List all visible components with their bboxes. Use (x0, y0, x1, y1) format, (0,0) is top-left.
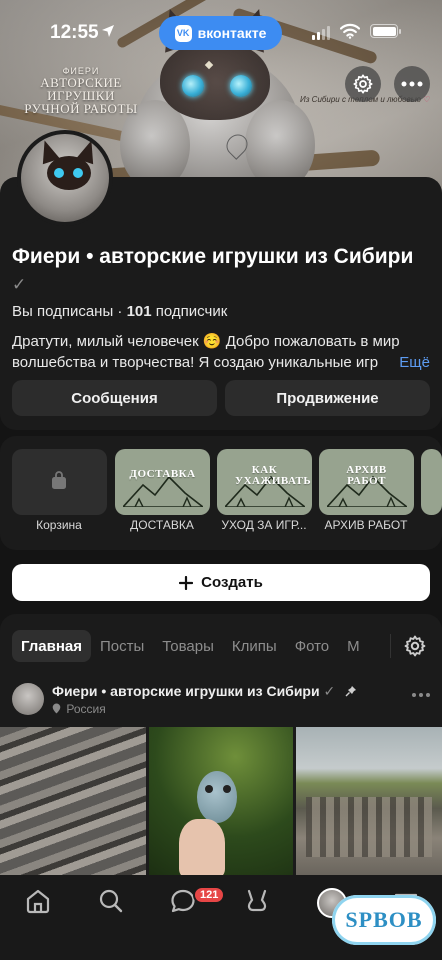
settings-button[interactable] (345, 66, 381, 102)
showcase-label-delivery: ДОСТАВКА (130, 518, 194, 532)
post-author-name: Фиери • авторские игрушки из Сибири (52, 683, 320, 699)
page-title: Фиери • авторские игрушки из Сибири ✓ (12, 243, 422, 298)
post-header: Фиери • авторские игрушки из Сибири ✓ Ро… (12, 681, 430, 717)
watermark-logo: SPBOB (332, 895, 436, 945)
showcase-delivery[interactable]: ДОСТАВКА (115, 449, 210, 515)
watermark-text: SPBOB (345, 907, 423, 932)
post-author-line[interactable]: Фиери • авторские игрушки из Сибири ✓ (52, 683, 357, 700)
create-button[interactable]: Создать (12, 564, 430, 601)
showcase-care[interactable]: КАК УХАЖИВАТЬ (217, 449, 312, 515)
subscription-status: Вы подписаны (12, 303, 114, 320)
profile-description: Дратути, милый человечек ☺️ Добро пожало… (12, 331, 430, 373)
promotion-button[interactable]: Продвижение (225, 380, 430, 416)
description-text: Дратути, милый человечек ☺️ Добро пожало… (12, 333, 400, 371)
cover-brand-line2: РУЧНОЙ РАБОТЫ (24, 101, 138, 116)
post-photo-fence[interactable] (296, 727, 442, 875)
location-pin-icon (52, 703, 61, 714)
search-icon[interactable] (98, 888, 124, 914)
tab-clips[interactable]: Клипы (223, 630, 286, 662)
showcase-cover-delivery: ДОСТАВКА (129, 468, 196, 480)
shopping-bag-icon (52, 471, 66, 489)
showcase-cart[interactable] (12, 449, 107, 515)
more-dots-icon (401, 81, 423, 87)
verified-check-icon: ✓ (12, 275, 27, 294)
home-icon[interactable] (25, 888, 51, 914)
tab-products[interactable]: Товары (153, 630, 223, 662)
post-author-avatar[interactable] (12, 683, 44, 715)
subscriber-label: подписчик (155, 303, 228, 320)
avatar[interactable] (17, 130, 113, 226)
tab-more-cut[interactable]: М (338, 630, 369, 662)
tabs-divider (390, 634, 391, 658)
status-time: 12:55 (50, 22, 99, 43)
cover-brand-line1: АВТОРСКИЕ ИГРУШКИ (40, 75, 122, 103)
vk-app-pill[interactable]: VK вконтакте (159, 16, 282, 50)
messages-button[interactable]: Сообщения (12, 380, 217, 416)
showcase-archive[interactable]: АРХИВ РАБОТ (319, 449, 414, 515)
messages-badge: 121 (193, 886, 226, 904)
profile-tabs: Главная Посты Товары Клипы Фото М (12, 630, 392, 662)
messages-icon[interactable] (170, 888, 196, 914)
tab-main[interactable]: Главная (12, 630, 92, 662)
battery-icon (370, 24, 401, 38)
more-options-button[interactable] (394, 66, 430, 102)
showcase-cover-care: КАК УХАЖИВАТЬ (235, 464, 312, 487)
verified-check-icon: ✓ (323, 683, 336, 699)
showcase-label-care: УХОД ЗА ИГР... (221, 518, 307, 532)
more-dots-icon[interactable] (412, 693, 430, 697)
post-location: Россия (52, 702, 106, 716)
showcase-next-item[interactable] (421, 449, 442, 515)
pin-icon (345, 686, 357, 697)
post-location-text: Россия (66, 702, 106, 716)
tab-posts[interactable]: Посты (91, 630, 153, 662)
subscriber-count: 101 (126, 303, 152, 320)
post-photo-firewood[interactable] (0, 727, 146, 875)
gear-icon (353, 74, 373, 94)
profile-name: Фиери • авторские игрушки из Сибири (12, 245, 414, 268)
post-photo-toy[interactable] (149, 727, 293, 875)
separator-dot: · (117, 303, 123, 320)
wifi-icon (340, 23, 360, 39)
showcase-cover-archive: АРХИВ РАБОТ (346, 464, 387, 487)
tabs-settings-button[interactable] (403, 634, 427, 663)
subscription-info[interactable]: Вы подписаны · 101 подписчик (12, 303, 227, 320)
cover-brand: ФИЕРИ АВТОРСКИЕ ИГРУШКИ РУЧНОЙ РАБОТЫ (6, 66, 156, 115)
status-bar: 12:55 VK вконтакте (0, 0, 442, 60)
gear-icon (404, 635, 426, 657)
vk-app-pill-label: вконтакте (197, 25, 267, 41)
showcase-label-cart: Корзина (36, 518, 82, 532)
plus-icon (179, 575, 194, 590)
vk-logo-icon: VK (174, 24, 192, 42)
cellular-signal-icon (312, 26, 330, 40)
more-link[interactable]: Ещё (393, 352, 430, 373)
clips-icon[interactable] (244, 888, 270, 914)
tab-photos[interactable]: Фото (286, 630, 338, 662)
showcase-label-archive: АРХИВ РАБОТ (324, 518, 408, 532)
location-arrow-icon (102, 25, 114, 37)
create-button-label: Создать (201, 574, 263, 591)
